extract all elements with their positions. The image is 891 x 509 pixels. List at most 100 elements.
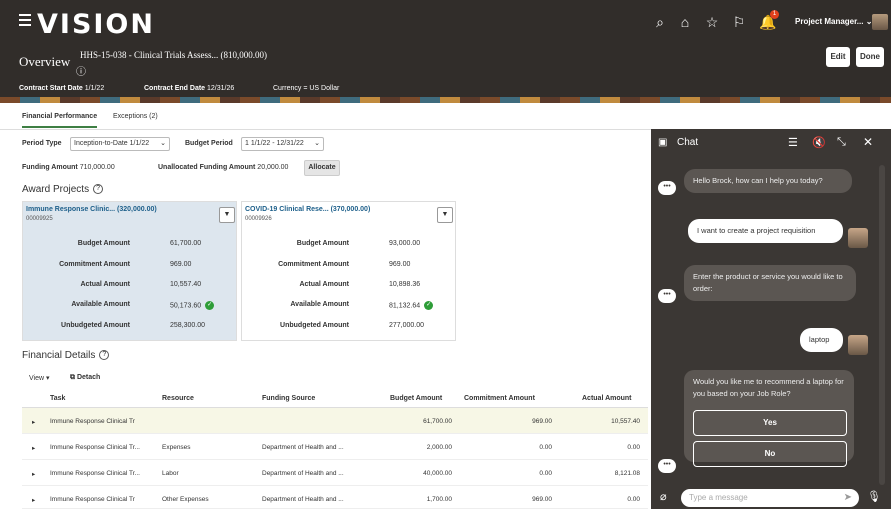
avatar[interactable] <box>872 14 888 30</box>
cell-resource: Expenses <box>162 444 191 451</box>
column-budget-amount[interactable]: Budget Amount <box>390 395 442 402</box>
scrollbar[interactable] <box>879 165 885 485</box>
contract-start-value: 1/1/22 <box>84 85 105 92</box>
period-type-value: Inception-to-Date 1/1/22 <box>74 140 150 147</box>
cell-task: Immune Response Clinical Tr <box>50 418 135 425</box>
cell-resource: Labor <box>162 470 179 477</box>
cell-funding-source: Department of Health and ... <box>262 470 344 477</box>
mute-icon[interactable]: 🔇 <box>812 136 826 149</box>
cell-budget: 1,700.00 <box>426 496 452 503</box>
view-menu[interactable]: View ▾ <box>29 374 50 382</box>
attach-icon[interactable]: ⌀ <box>660 490 667 503</box>
notification-badge: 1 <box>770 10 779 19</box>
bot-message: Enter the product or service you would l… <box>684 265 856 301</box>
transcript-icon[interactable]: ☰ <box>788 136 798 149</box>
expand-icon[interactable]: ▸ <box>32 496 35 504</box>
expand-icon[interactable]: ▸ <box>32 470 35 478</box>
user-avatar <box>848 228 868 248</box>
column-commitment-amount[interactable]: Commitment Amount <box>464 395 535 402</box>
tab-financial-performance[interactable]: Financial Performance <box>22 113 98 128</box>
budget-period-label: Budget Period <box>185 140 233 147</box>
chat-header: ▣ Chat ☰ 🔇 ⤡ ✕ <box>651 129 891 157</box>
detach-icon: ⧉ <box>70 374 75 381</box>
chevron-down-icon: ⌄ <box>314 140 320 147</box>
tab-bar: Financial Performance Exceptions (2) <box>0 110 891 130</box>
column-resource[interactable]: Resource <box>162 395 194 402</box>
cell-budget: 40,000.00 <box>423 470 452 477</box>
column-funding-source[interactable]: Funding Source <box>262 395 315 402</box>
page-title: Overview <box>19 54 71 69</box>
check-icon: ✓ <box>205 301 215 310</box>
table-row[interactable]: ▸ Immune Response Clinical Tr Other Expe… <box>22 486 648 509</box>
tab-exceptions[interactable]: Exceptions (2) <box>113 113 158 120</box>
check-icon: ✓ <box>424 301 434 310</box>
financial-details-heading: Financial Details? <box>22 350 110 361</box>
cell-funding-source: Department of Health and ... <box>262 496 344 503</box>
cell-funding-source: Department of Health and ... <box>262 444 344 451</box>
cell-actual: 10,557.40 <box>611 418 640 425</box>
done-button[interactable]: Done <box>856 47 884 67</box>
table-row[interactable]: ▸ Immune Response Clinical Tr... Expense… <box>22 434 648 460</box>
award-card-title[interactable]: Immune Response Clinic... (320,000.00) <box>26 206 157 213</box>
bot-icon: ••• <box>658 289 676 303</box>
table-row[interactable]: ▸ Immune Response Clinical Tr 61,700.00 … <box>22 408 648 434</box>
expand-icon[interactable]: ▸ <box>32 444 35 452</box>
allocate-button[interactable]: Allocate <box>304 160 340 176</box>
card-menu-button[interactable]: ▼ <box>219 207 235 223</box>
card-menu-button[interactable]: ▼ <box>437 207 453 223</box>
home-icon[interactable]: ⌂ <box>677 14 693 30</box>
help-icon[interactable]: ? <box>93 184 104 195</box>
decorative-band <box>0 97 891 103</box>
chat-icon: ▣ <box>658 137 668 148</box>
user-message: I want to create a project requisition <box>688 219 843 243</box>
cell-actual: 0.00 <box>627 444 640 451</box>
contract-end-label: Contract End Date <box>144 85 206 92</box>
period-type-label: Period Type <box>22 140 62 147</box>
help-icon[interactable]: ? <box>99 350 110 361</box>
send-icon[interactable]: ➤ <box>844 489 852 507</box>
info-icon[interactable]: ⓘ <box>76 63 86 78</box>
app-logo[interactable]: VISION <box>37 9 155 40</box>
user-label: Project Manager... <box>795 17 864 26</box>
cell-task: Immune Response Clinical Tr <box>50 496 135 503</box>
contract-start-label: Contract Start Date <box>19 85 83 92</box>
budget-period-select[interactable]: 1 1/1/22 - 12/31/22 ⌄ <box>241 137 324 151</box>
close-icon[interactable]: ✕ <box>863 135 873 149</box>
award-card-number: 00009925 <box>26 216 53 222</box>
table-row[interactable]: ▸ Immune Response Clinical Tr... Labor D… <box>22 460 648 486</box>
contract-start: Contract Start Date 1/1/22 <box>19 85 104 92</box>
cell-actual: 8,121.08 <box>614 470 640 477</box>
microphone-icon[interactable]: 🎙 <box>867 490 881 503</box>
edit-button[interactable]: Edit <box>826 47 850 67</box>
menu-icon[interactable] <box>19 14 31 26</box>
award-card[interactable]: COVID-19 Clinical Rese... (370,000.00) 0… <box>241 201 456 341</box>
search-icon[interactable]: ⌕ <box>652 14 668 30</box>
bot-icon: ••• <box>658 459 676 473</box>
chat-title: Chat <box>677 137 699 148</box>
column-actual-amount[interactable]: Actual Amount <box>582 395 632 402</box>
period-type-select[interactable]: Inception-to-Date 1/1/22 ⌄ <box>70 137 170 151</box>
cell-commitment: 0.00 <box>539 444 552 451</box>
no-button[interactable]: No <box>693 441 847 467</box>
top-bar: VISION ⌕ ⌂ ☆ ⚐ 🔔 1 Project Manager... ⌄ <box>0 0 891 43</box>
expand-icon[interactable]: ▸ <box>32 418 35 426</box>
cell-actual: 0.00 <box>627 496 640 503</box>
yes-button[interactable]: Yes <box>693 410 847 436</box>
bot-message: Hello Brock, how can I help you today? <box>684 169 852 193</box>
award-card-title[interactable]: COVID-19 Clinical Rese... (370,000.00) <box>245 206 370 213</box>
cell-commitment: 0.00 <box>539 470 552 477</box>
message-input[interactable]: Type a message ➤ <box>681 489 859 507</box>
cell-budget: 61,700.00 <box>423 418 452 425</box>
table-header: Task Resource Funding Source Budget Amou… <box>22 388 648 408</box>
star-icon[interactable]: ☆ <box>704 14 720 30</box>
user-menu[interactable]: Project Manager... ⌄ <box>795 17 872 26</box>
budget-period-value: 1 1/1/22 - 12/31/22 <box>245 140 304 147</box>
cell-resource: Other Expenses <box>162 496 209 503</box>
detach-button[interactable]: ⧉ Detach <box>70 374 100 382</box>
cell-task: Immune Response Clinical Tr... <box>50 444 140 451</box>
flag-icon[interactable]: ⚐ <box>731 14 747 30</box>
cell-budget: 2,000.00 <box>426 444 452 451</box>
award-card[interactable]: Immune Response Clinic... (320,000.00) 0… <box>22 201 237 341</box>
column-task[interactable]: Task <box>50 395 65 402</box>
collapse-icon[interactable]: ⤡ <box>837 136 846 149</box>
